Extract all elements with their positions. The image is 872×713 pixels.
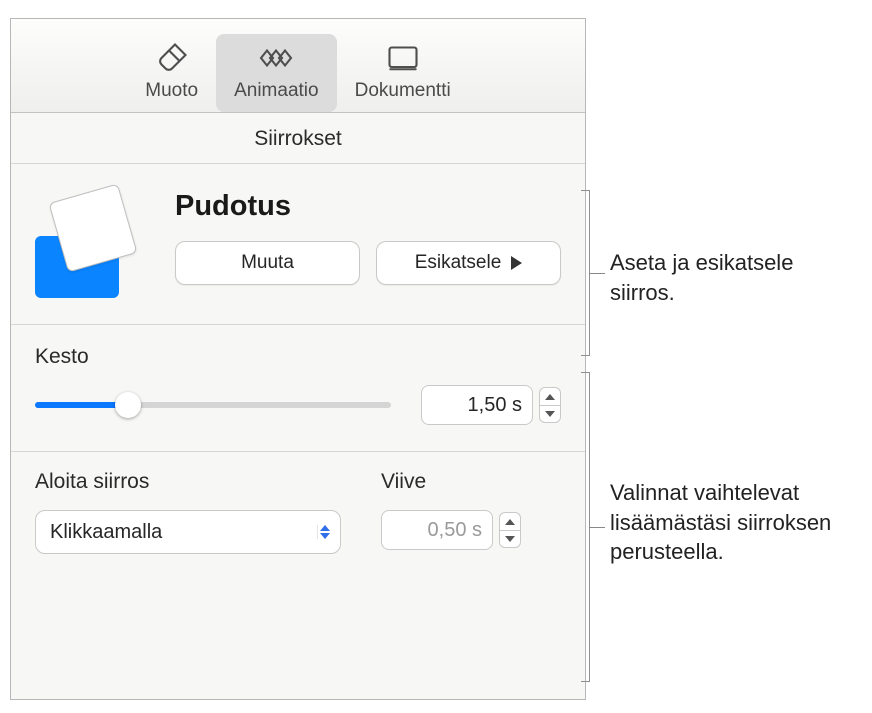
transition-thumbnail — [35, 190, 151, 298]
tab-animation-label: Animaatio — [234, 80, 319, 102]
delay-column: Viive — [381, 470, 561, 554]
delay-label: Viive — [381, 470, 561, 494]
tab-format[interactable]: Muoto — [127, 34, 216, 112]
tab-document-label: Dokumentti — [355, 80, 451, 102]
preview-button[interactable]: Esikatsele — [376, 241, 561, 285]
start-column: Aloita siirros Klikkaamalla — [35, 470, 341, 554]
duration-label: Kesto — [35, 345, 561, 369]
change-button[interactable]: Muuta — [175, 241, 360, 285]
start-popup[interactable]: Klikkaamalla — [35, 510, 341, 554]
callout-bottom: Valinnat vaihtelevat lisäämästäsi siirro… — [610, 478, 860, 567]
start-popup-value: Klikkaamalla — [50, 521, 317, 544]
transition-buttons: Muuta Esikatsele — [175, 241, 561, 285]
duration-field — [421, 385, 561, 425]
change-button-label: Muuta — [241, 252, 294, 274]
duration-stepper[interactable] — [539, 387, 561, 423]
duration-input[interactable] — [421, 385, 533, 425]
duration-slider[interactable] — [35, 393, 391, 417]
stage: Muoto Animaatio Dokumentti Siirrokset — [0, 0, 872, 713]
stepper-up-icon[interactable] — [499, 512, 521, 530]
callout-line — [589, 273, 605, 274]
diamonds-icon — [258, 40, 294, 76]
document-icon — [385, 40, 421, 76]
stepper-down-icon[interactable] — [499, 530, 521, 548]
tab-format-label: Muoto — [145, 80, 198, 102]
transition-info: Pudotus Muuta Esikatsele — [175, 190, 561, 285]
section-title: Siirrokset — [11, 113, 585, 164]
tab-animation[interactable]: Animaatio — [216, 34, 337, 112]
transition-name: Pudotus — [175, 190, 561, 223]
stepper-down-icon[interactable] — [539, 405, 561, 423]
paintbrush-icon — [154, 40, 190, 76]
chevrons-icon — [317, 525, 332, 539]
duration-block: Kesto — [11, 325, 585, 452]
inspector-panel: Muoto Animaatio Dokumentti Siirrokset — [10, 18, 586, 700]
callout-top: Aseta ja esikatsele siirros. — [610, 248, 860, 307]
duration-row — [35, 385, 561, 425]
tab-bar: Muoto Animaatio Dokumentti — [11, 19, 585, 113]
stepper-up-icon[interactable] — [539, 387, 561, 405]
transition-block: Pudotus Muuta Esikatsele — [11, 164, 585, 325]
callout-line — [589, 527, 605, 528]
preview-button-label: Esikatsele — [415, 252, 502, 274]
play-icon — [511, 256, 522, 270]
delay-input[interactable] — [381, 510, 493, 550]
tab-document[interactable]: Dokumentti — [337, 34, 469, 112]
delay-stepper[interactable] — [499, 512, 521, 548]
start-delay-block: Aloita siirros Klikkaamalla Viive — [11, 452, 585, 578]
start-label: Aloita siirros — [35, 470, 341, 494]
